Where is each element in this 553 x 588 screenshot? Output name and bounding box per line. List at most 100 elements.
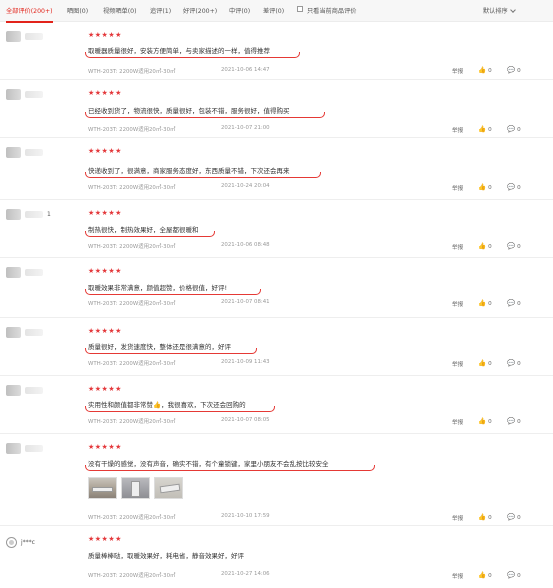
reply-button[interactable]: 💬 0 xyxy=(507,571,521,579)
reply-count: 0 xyxy=(517,419,521,425)
reply-button[interactable]: 💬 0 xyxy=(507,513,521,521)
like-count: 0 xyxy=(488,244,492,250)
tab-video-reviews[interactable]: 视频晒单(0) xyxy=(103,6,137,15)
reviewer-name xyxy=(25,328,43,336)
avatar xyxy=(6,266,21,278)
report-link[interactable]: 举报 xyxy=(452,67,463,75)
tab-with-pictures[interactable]: 晒图(0) xyxy=(67,6,88,15)
avatar xyxy=(6,326,21,338)
review-item: j***c ★★★★★ 质量棒棒哒，取暖效果好，耗电省，静音效果好，好评 WTH… xyxy=(0,526,553,588)
like-button[interactable]: 👍 0 xyxy=(478,125,492,133)
reply-button[interactable]: 💬 0 xyxy=(507,242,521,250)
comment-icon: 💬 xyxy=(507,299,516,307)
avatar xyxy=(6,442,21,454)
reply-button[interactable]: 💬 0 xyxy=(507,125,521,133)
review-filter-bar: 全部评价(200+) 晒图(0) 视频晒单(0) 追评(1) 好评(200+) … xyxy=(0,0,553,23)
review-item: ★★★★★ 实用性和颜值都非常赞👍，我很喜欢，下次还会回购的 WTH-203T:… xyxy=(0,376,553,434)
product-spec: WTH-203T: 2200W适用20㎡-30㎡ xyxy=(88,244,176,250)
like-button[interactable]: 👍 0 xyxy=(478,359,492,367)
review-photo-thumbnail[interactable] xyxy=(88,477,117,499)
tab-negative-reviews[interactable]: 差评(0) xyxy=(263,6,284,15)
review-date: 2021-10-07 08:05 xyxy=(221,417,270,423)
star-rating: ★★★★★ xyxy=(88,385,122,393)
tab-all-reviews[interactable]: 全部评价(200+) xyxy=(6,6,53,23)
like-button[interactable]: 👍 0 xyxy=(478,66,492,74)
review-date: 2021-10-07 21:00 xyxy=(221,125,270,131)
like-button[interactable]: 👍 0 xyxy=(478,417,492,425)
like-count: 0 xyxy=(488,573,492,579)
highlight-underline xyxy=(85,52,300,58)
like-count: 0 xyxy=(488,361,492,367)
tab-follow-up-reviews[interactable]: 追评(1) xyxy=(150,6,171,15)
sort-label: 默认排序 xyxy=(483,8,508,15)
like-button[interactable]: 👍 0 xyxy=(478,299,492,307)
avatar xyxy=(6,146,21,158)
like-button[interactable]: 👍 0 xyxy=(478,242,492,250)
reply-count: 0 xyxy=(517,573,521,579)
like-button[interactable]: 👍 0 xyxy=(478,183,492,191)
reply-button[interactable]: 💬 0 xyxy=(507,359,521,367)
like-count: 0 xyxy=(488,127,492,133)
review-item: 1 ★★★★★ 制热很快，制热效果好，全屋都很暖和 WTH-203T: 2200… xyxy=(0,200,553,258)
tab-neutral-reviews[interactable]: 中评(0) xyxy=(229,6,250,15)
star-rating: ★★★★★ xyxy=(88,267,122,275)
like-count: 0 xyxy=(488,419,492,425)
review-photo-thumbnail[interactable] xyxy=(121,477,150,499)
review-photos xyxy=(88,477,183,499)
reply-button[interactable]: 💬 0 xyxy=(507,66,521,74)
reply-count: 0 xyxy=(517,244,521,250)
highlight-underline xyxy=(85,289,261,295)
highlight-underline xyxy=(85,172,321,178)
report-link[interactable]: 举报 xyxy=(452,572,463,580)
product-spec: WTH-203T: 2200W适用20㎡-30㎡ xyxy=(88,573,176,579)
reply-button[interactable]: 💬 0 xyxy=(507,183,521,191)
star-rating: ★★★★★ xyxy=(88,535,122,543)
product-spec: WTH-203T: 2200W适用20㎡-30㎡ xyxy=(88,185,176,191)
comment-icon: 💬 xyxy=(507,513,516,521)
report-link[interactable]: 举报 xyxy=(452,418,463,426)
report-link[interactable]: 举报 xyxy=(452,360,463,368)
heater-image xyxy=(92,487,113,492)
comment-icon: 💬 xyxy=(507,571,516,579)
reviewer-name xyxy=(25,444,43,452)
review-item: ★★★★★ 取暖效果非常满意，颜值超赞，价格很值，好评! WTH-203T: 2… xyxy=(0,258,553,318)
reply-count: 0 xyxy=(517,361,521,367)
avatar xyxy=(6,208,21,220)
avatar xyxy=(6,30,21,42)
reviewer-name-text: 1 xyxy=(47,210,51,218)
report-link[interactable]: 举报 xyxy=(452,300,463,308)
product-spec: WTH-203T: 2200W适用20㎡-30㎡ xyxy=(88,301,176,307)
thumbs-up-icon: 👍 xyxy=(478,125,487,133)
reply-button[interactable]: 💬 0 xyxy=(507,299,521,307)
report-link[interactable]: 举报 xyxy=(452,126,463,134)
only-current-product-checkbox[interactable] xyxy=(297,6,303,12)
product-spec: WTH-203T: 2200W适用20㎡-30㎡ xyxy=(88,361,176,367)
thumbs-up-icon: 👍 xyxy=(478,242,487,250)
reply-count: 0 xyxy=(517,185,521,191)
report-link[interactable]: 举报 xyxy=(452,243,463,251)
thumbs-up-icon: 👍 xyxy=(478,571,487,579)
reviewer-name-text: j***c xyxy=(21,538,35,546)
reply-count: 0 xyxy=(517,301,521,307)
reviewer-name xyxy=(25,268,43,276)
tab-positive-reviews[interactable]: 好评(200+) xyxy=(183,6,217,15)
report-link[interactable]: 举报 xyxy=(452,184,463,192)
reply-button[interactable]: 💬 0 xyxy=(507,417,521,425)
reviewer-name xyxy=(25,90,43,98)
like-button[interactable]: 👍 0 xyxy=(478,571,492,579)
report-link[interactable]: 举报 xyxy=(452,514,463,522)
sort-dropdown[interactable]: 默认排序 xyxy=(483,6,516,15)
like-button[interactable]: 👍 0 xyxy=(478,513,492,521)
reviewer-name xyxy=(25,148,43,156)
reviewer: 1 xyxy=(6,208,51,220)
product-spec: WTH-203T: 2200W适用20㎡-30㎡ xyxy=(88,127,176,133)
review-photo-thumbnail[interactable] xyxy=(154,477,183,499)
avatar xyxy=(6,536,17,548)
review-date: 2021-10-06 14:47 xyxy=(221,67,270,73)
highlight-underline xyxy=(85,348,257,354)
comment-icon: 💬 xyxy=(507,66,516,74)
highlight-underline xyxy=(85,231,215,237)
heater-image xyxy=(159,483,181,494)
highlight-underline xyxy=(85,406,275,412)
comment-icon: 💬 xyxy=(507,183,516,191)
